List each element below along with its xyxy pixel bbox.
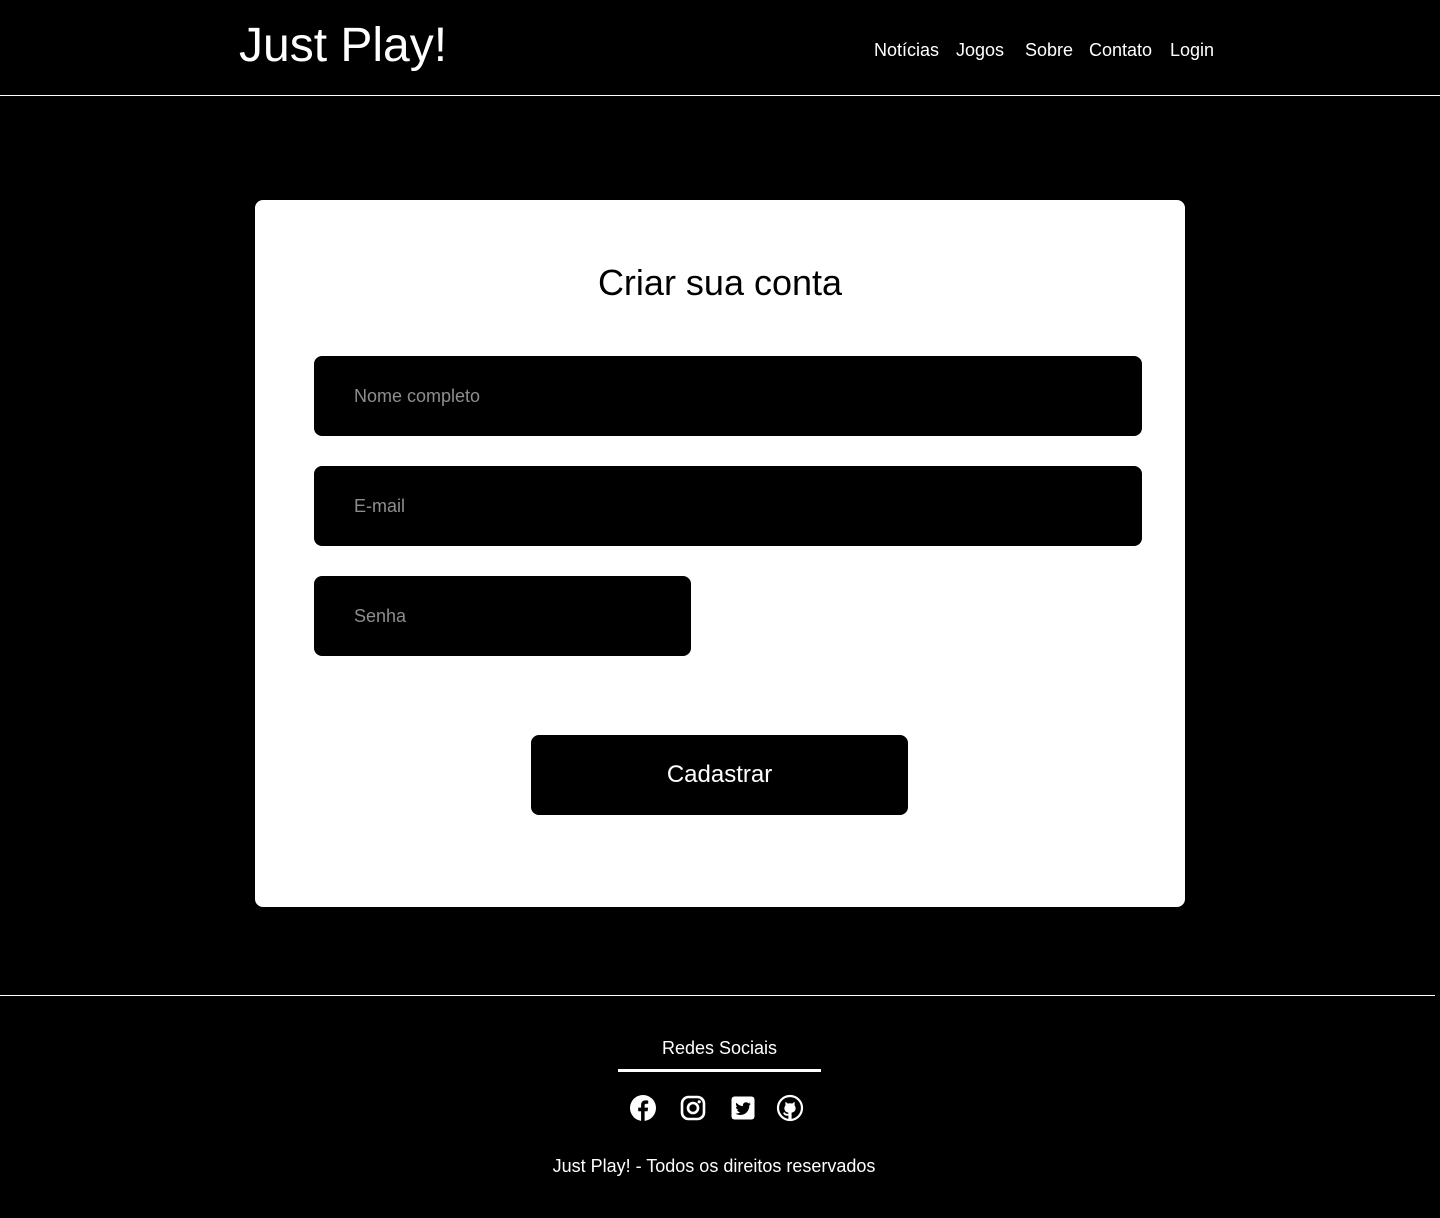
site-header: Just Play! Notícias Jogos Sobre Contato … (0, 0, 1440, 96)
footer-social-heading: Redes Sociais (618, 1036, 821, 1072)
nav-link-login[interactable]: Login (1170, 38, 1214, 62)
footer-divider (0, 995, 1435, 996)
signup-title: Criar sua conta (597, 262, 843, 303)
copyright-text: Just Play! - Todos os direitos reservado… (552, 1156, 876, 1176)
instagram-icon[interactable] (679, 1094, 707, 1122)
github-icon[interactable] (776, 1094, 804, 1122)
full-name-input[interactable] (314, 356, 1142, 436)
site-logo[interactable]: Just Play! (239, 18, 447, 74)
email-input[interactable] (314, 466, 1142, 546)
facebook-icon[interactable] (629, 1094, 657, 1122)
nav-link-contato[interactable]: Contato (1089, 38, 1152, 62)
nav-link-sobre[interactable]: Sobre (1025, 38, 1073, 62)
password-input[interactable] (314, 576, 691, 656)
nav-link-noticias[interactable]: Notícias (874, 38, 939, 62)
register-button[interactable]: Cadastrar (531, 735, 908, 815)
twitter-icon[interactable] (729, 1094, 757, 1122)
nav-link-jogos[interactable]: Jogos (956, 38, 1004, 62)
